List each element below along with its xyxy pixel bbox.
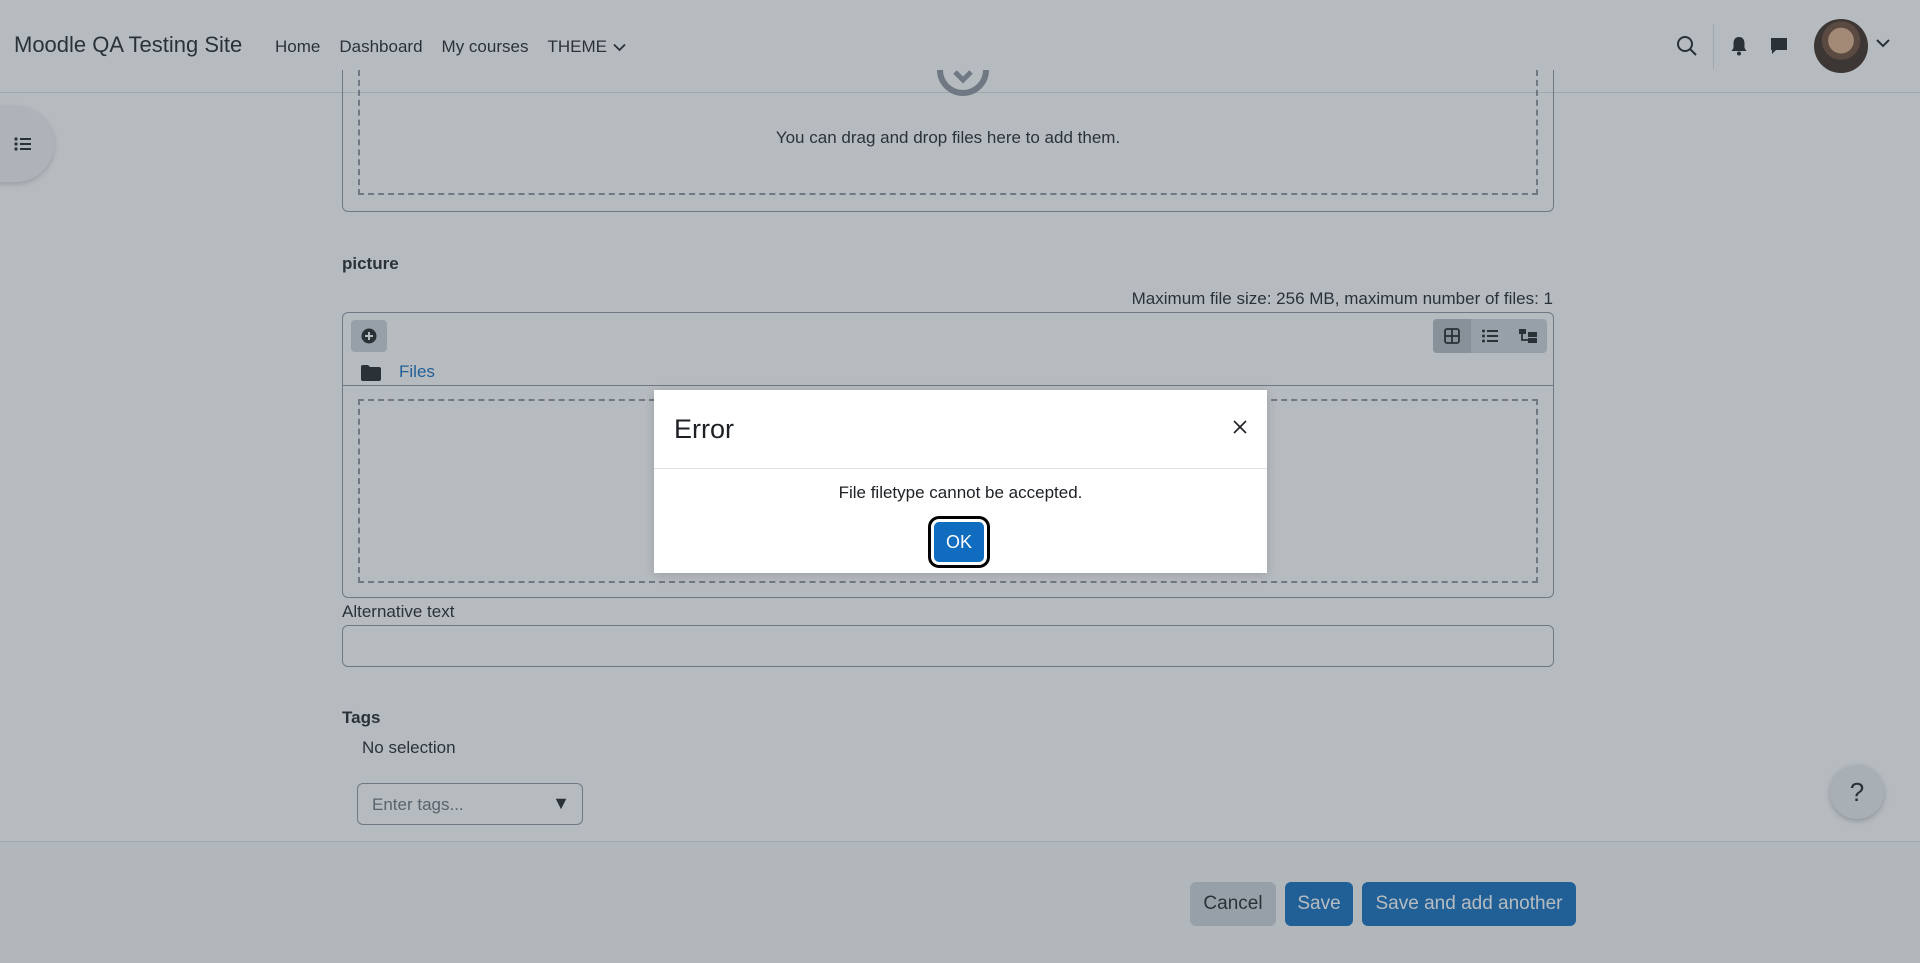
ok-button[interactable]: OK bbox=[934, 522, 984, 562]
modal-title: Error bbox=[674, 414, 734, 444]
modal-header: Error bbox=[654, 390, 1267, 469]
modal-message: File filetype cannot be accepted. bbox=[838, 483, 1083, 502]
close-icon[interactable] bbox=[1233, 420, 1247, 434]
error-modal: Error File filetype cannot be accepted. … bbox=[654, 390, 1267, 573]
